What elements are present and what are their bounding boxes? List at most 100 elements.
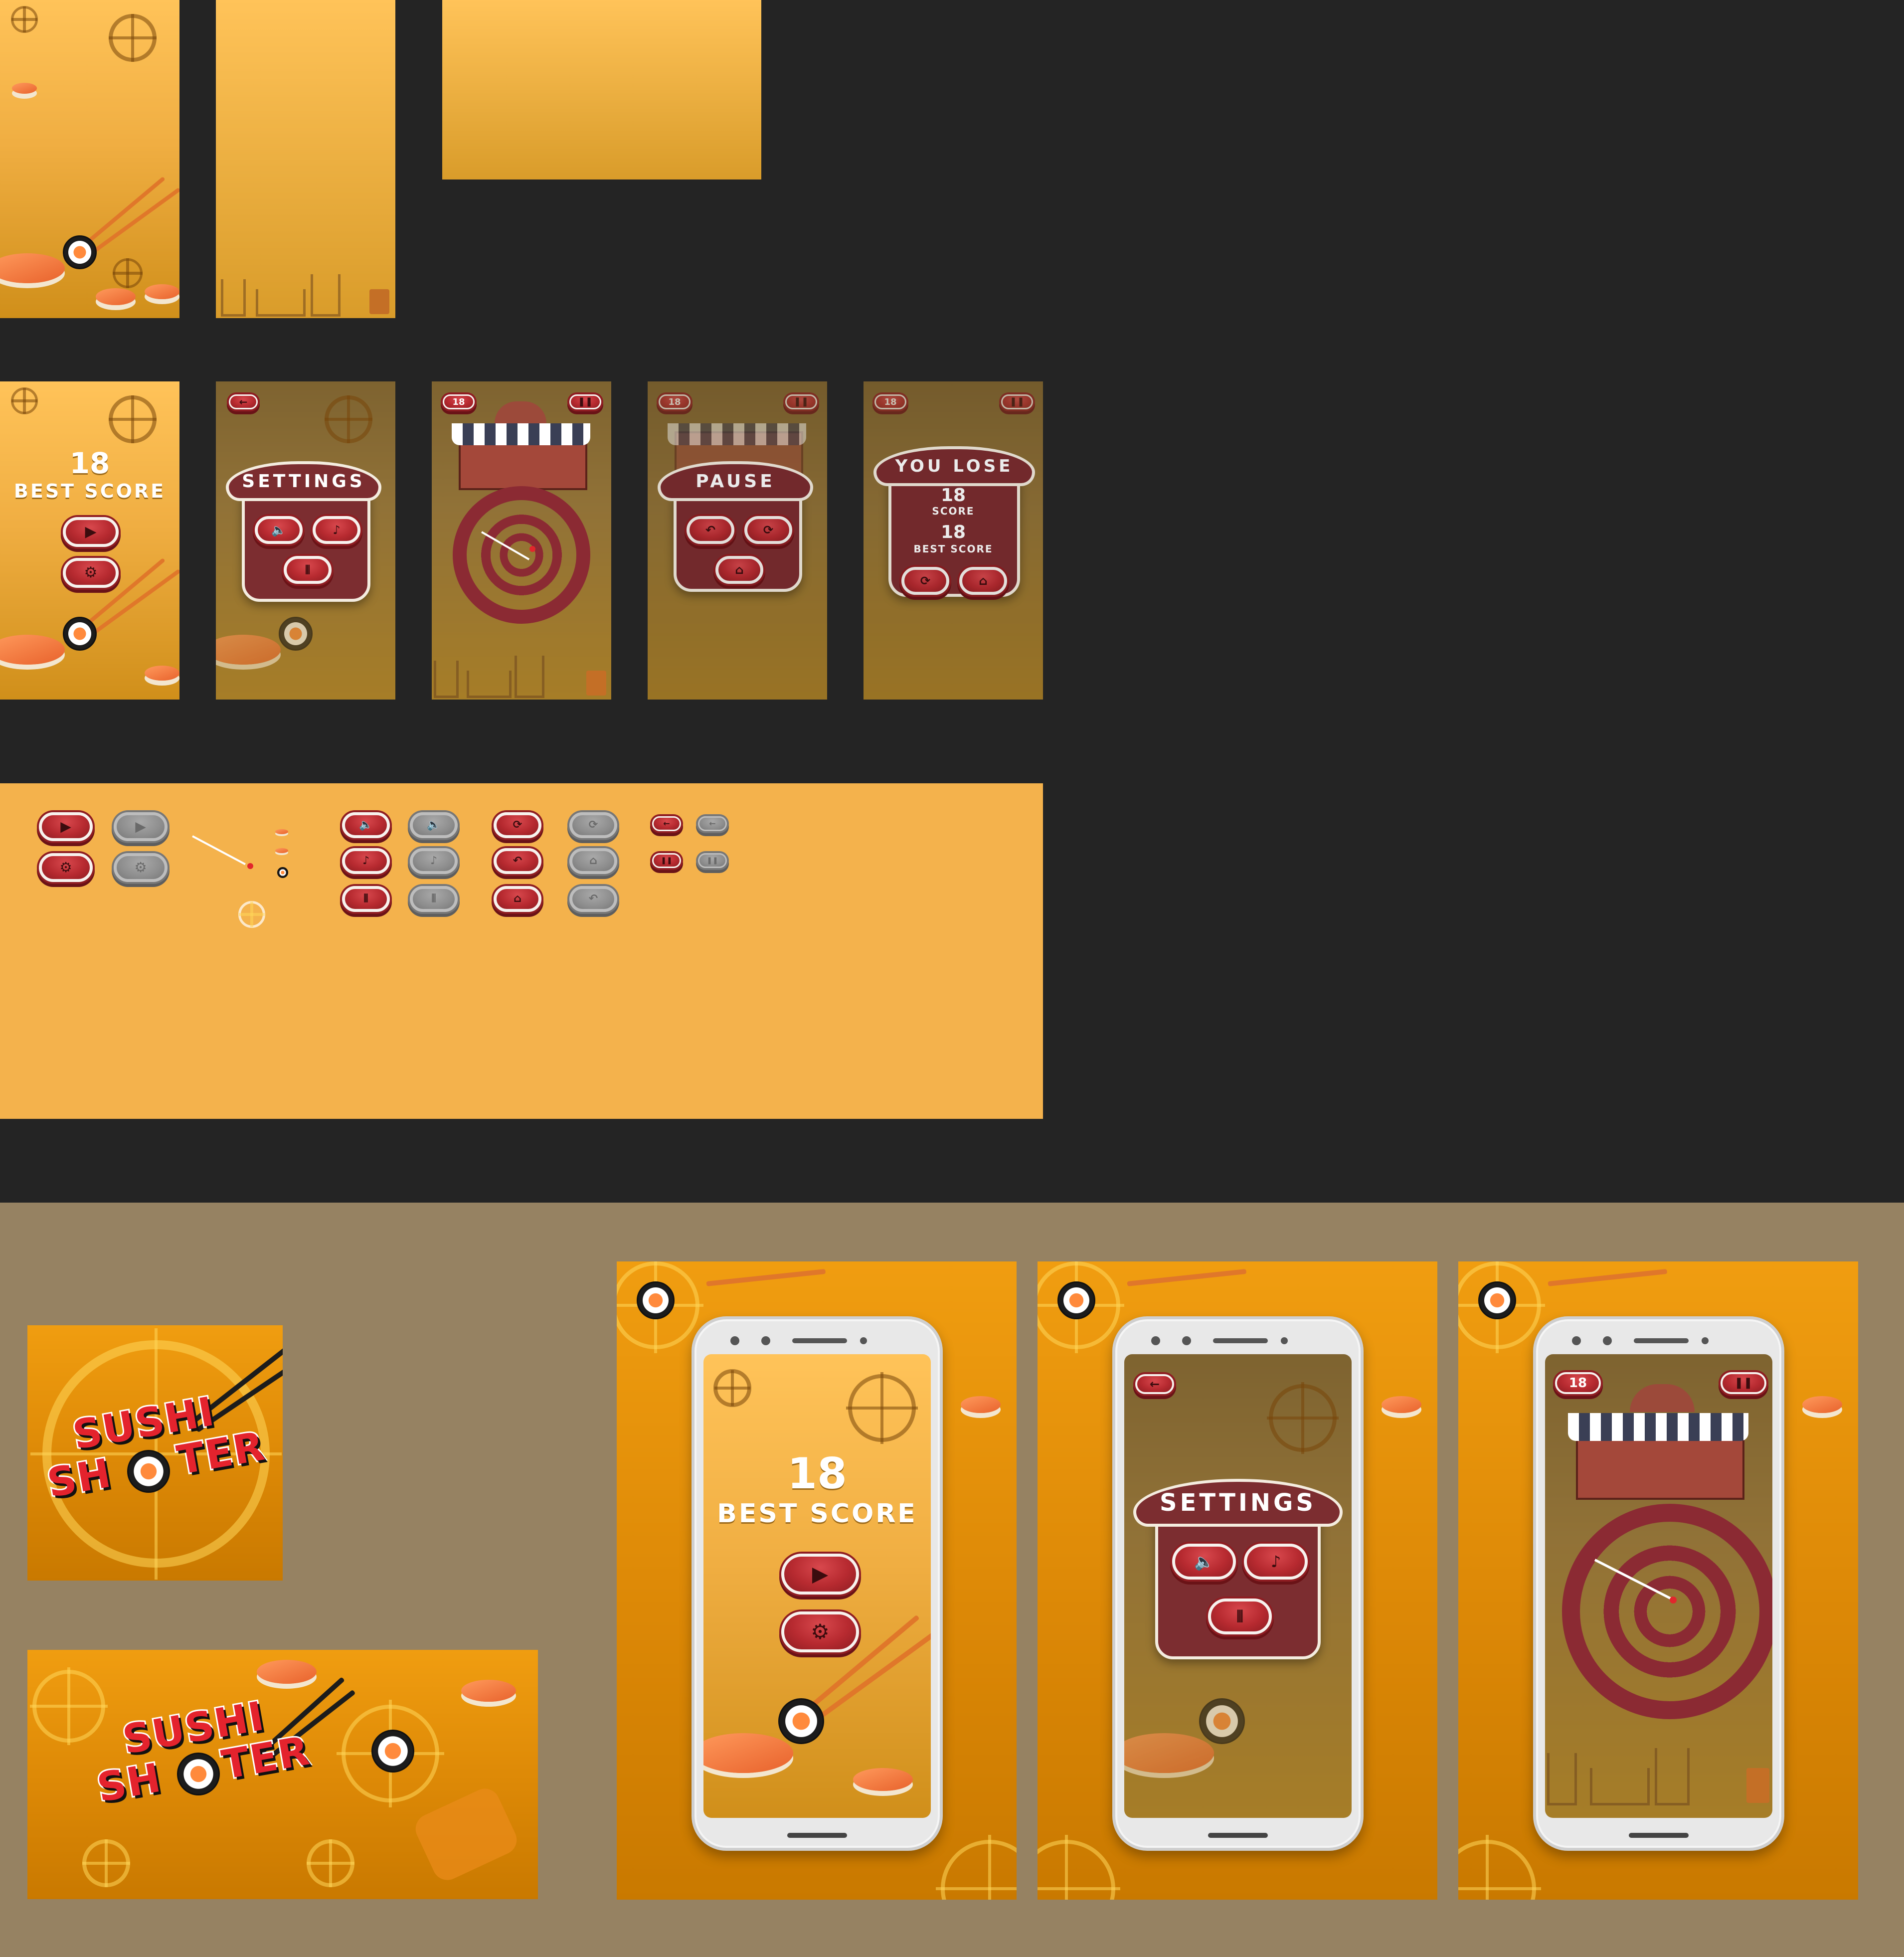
shop-awning [452, 423, 590, 445]
vibration-toggle-button[interactable]: ⦀ [284, 556, 332, 584]
play-button[interactable]: ▶ [39, 812, 93, 841]
undo-button-disabled: ↶ [569, 886, 617, 912]
home-icon: ⌂ [979, 574, 988, 588]
pause-button-disabled: ❚❚ [698, 853, 727, 868]
target-icon [941, 1840, 1017, 1900]
shooter-dot [1670, 1597, 1677, 1603]
salmon-roll [410, 1783, 522, 1885]
sushi-roll [1057, 1281, 1095, 1319]
sushi-piece [275, 829, 288, 834]
score-value: 18 [1568, 1376, 1587, 1391]
settings-button[interactable]: ⚙ [781, 1611, 859, 1652]
play-button[interactable]: ▶ [63, 517, 119, 547]
promo-settings-screen: ← SETTINGS 🔈 ♪ ⦀ [1124, 1354, 1352, 1818]
play-button-disabled: ▶ [114, 812, 168, 841]
phone-speaker [1634, 1338, 1689, 1343]
back-arrow-icon: ← [1149, 1377, 1160, 1391]
target-icon [848, 1374, 916, 1442]
home-button[interactable]: ⌂ [715, 556, 763, 584]
lose-score-value: 18 [940, 485, 966, 506]
pause-button[interactable]: ❚❚ [652, 853, 681, 868]
score-badge: 18 [443, 394, 475, 409]
sushi-piece [461, 1680, 516, 1702]
back-button-disabled: ← [698, 816, 727, 831]
restart-button[interactable]: ⟳ [494, 812, 541, 838]
settings-title: SETTINGS [1133, 1479, 1343, 1527]
music-toggle-button[interactable]: ♪ [313, 516, 360, 544]
phone-sensor [1281, 1337, 1288, 1344]
shooter-dot [247, 863, 253, 869]
feature-banner: SUSHI SH TER [27, 1650, 538, 1899]
restart-button[interactable]: ⟳ [901, 567, 949, 595]
chopstick [1548, 1268, 1668, 1286]
vibration-toggle-button[interactable]: ⦀ [342, 886, 390, 912]
sushi-piece [12, 83, 37, 94]
sushi-piece [257, 1660, 317, 1684]
target-icon [11, 387, 38, 414]
sound-toggle-button[interactable]: 🔈 [1172, 1544, 1236, 1580]
vibration-toggle-button[interactable]: ⦀ [1208, 1599, 1272, 1634]
phone-camera [1572, 1336, 1581, 1345]
play-icon: ▶ [60, 818, 71, 835]
promo-game-screen: 18 ❚❚ [1545, 1354, 1772, 1818]
music-icon: ♪ [430, 855, 438, 867]
settings-button-disabled: ⚙ [114, 853, 168, 882]
undo-button[interactable]: ↶ [494, 848, 541, 874]
back-button[interactable]: ← [652, 816, 681, 831]
music-icon: ♪ [333, 523, 341, 537]
game-background [216, 0, 395, 318]
plant-pot [1746, 1768, 1769, 1803]
pause-icon: ❚❚ [793, 396, 809, 407]
back-button[interactable]: ← [1135, 1374, 1174, 1394]
pause-button[interactable]: ❚❚ [1001, 394, 1033, 409]
best-score-value: 18 [69, 446, 110, 480]
sushi-piece [216, 635, 281, 665]
music-toggle-button[interactable]: ♪ [342, 848, 390, 874]
restart-button[interactable]: ⟳ [744, 516, 792, 544]
sushi-piece [145, 284, 179, 299]
restart-icon: ⟳ [513, 819, 522, 831]
sound-toggle-disabled: 🔈 [410, 812, 458, 838]
home-button[interactable]: ⌂ [494, 886, 541, 912]
sushi-piece [1382, 1396, 1421, 1413]
back-arrow-icon: ← [239, 396, 248, 408]
back-button[interactable]: ← [229, 394, 258, 409]
phone-home-bar [1629, 1833, 1689, 1838]
sushi-roll [1199, 1698, 1245, 1744]
vibration-icon: ⦀ [431, 892, 436, 905]
shop-awning [1568, 1413, 1748, 1441]
pause-button[interactable]: ❚❚ [1721, 1372, 1766, 1394]
landscape-background [442, 0, 761, 179]
chopstick [1127, 1268, 1247, 1286]
target-icon [113, 258, 143, 288]
back-arrow-icon: ← [663, 819, 670, 828]
phone-camera [1151, 1336, 1160, 1345]
pause-button[interactable]: ❚❚ [569, 394, 601, 409]
sound-toggle-button[interactable]: 🔈 [255, 516, 303, 544]
target-icon [325, 395, 372, 443]
home-icon: ⌂ [735, 563, 744, 577]
logo-line2-start: SH [92, 1753, 167, 1813]
music-toggle-button[interactable]: ♪ [1244, 1544, 1308, 1580]
pause-button[interactable]: ❚❚ [785, 394, 817, 409]
settings-panel [1155, 1504, 1321, 1659]
phone-camera [1603, 1336, 1612, 1345]
phone-frame: ← SETTINGS 🔈 ♪ ⦀ [1112, 1316, 1364, 1851]
sound-toggle-button[interactable]: 🔈 [342, 812, 390, 838]
chopstick [706, 1268, 826, 1286]
play-button[interactable]: ▶ [781, 1554, 859, 1595]
phone-speaker [792, 1338, 847, 1343]
score-value: 18 [884, 396, 897, 407]
undo-icon: ↶ [588, 892, 598, 905]
undo-button[interactable]: ↶ [687, 516, 734, 544]
settings-button[interactable]: ⚙ [39, 853, 93, 882]
home-button[interactable]: ⌂ [959, 567, 1007, 595]
settings-button[interactable]: ⚙ [63, 558, 119, 588]
pause-icon: ❚❚ [661, 857, 673, 865]
shop-roof [495, 401, 546, 423]
sushi-piece [0, 253, 65, 283]
target-icon [307, 1839, 354, 1887]
pause-icon: ❚❚ [1009, 396, 1025, 407]
pause-icon: ❚❚ [577, 396, 593, 407]
phone-sensor [1702, 1337, 1709, 1344]
